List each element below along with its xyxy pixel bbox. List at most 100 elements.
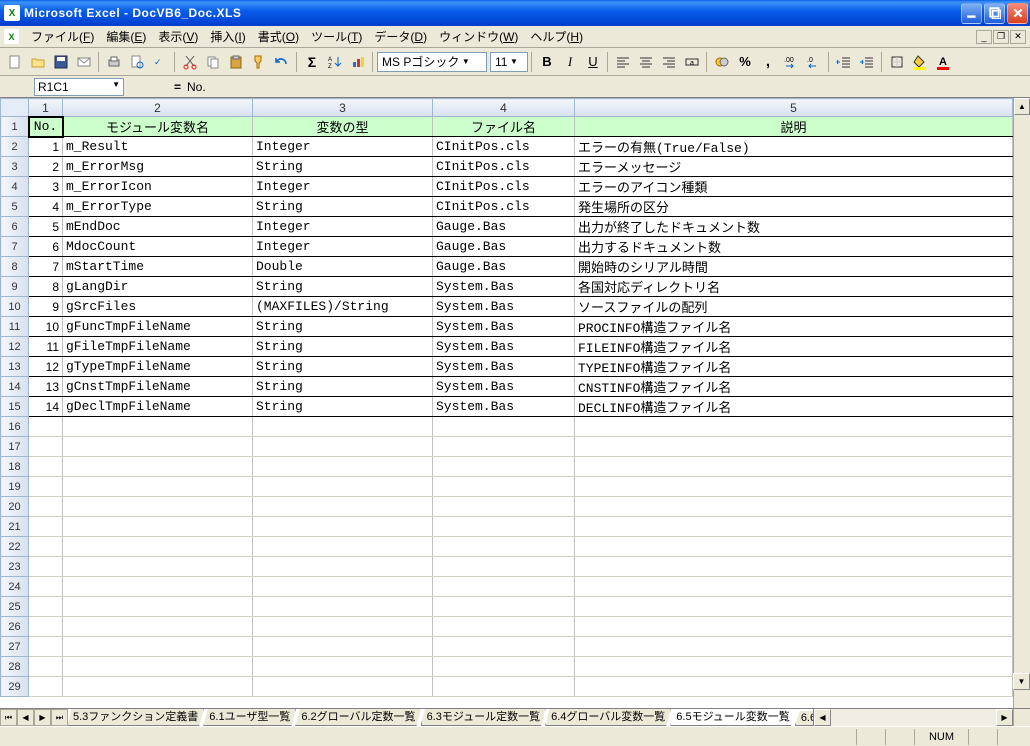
cell-no[interactable]: 12: [29, 357, 63, 377]
cell-no[interactable]: 5: [29, 217, 63, 237]
cell-file[interactable]: CInitPos.cls: [433, 137, 575, 157]
print-icon[interactable]: [103, 51, 125, 73]
cell-modvar[interactable]: gFileTmpFileName: [63, 337, 253, 357]
cell-desc[interactable]: CNSTINFO構造ファイル名: [575, 377, 1013, 397]
menu-item[interactable]: 表示(V): [152, 28, 204, 46]
row-header[interactable]: 28: [1, 657, 29, 677]
table-row[interactable]: 21: [1, 517, 1013, 537]
cell-type[interactable]: (MAXFILES)/String: [253, 297, 433, 317]
row-header[interactable]: 2: [1, 137, 29, 157]
table-row[interactable]: 17: [1, 437, 1013, 457]
row-header[interactable]: 25: [1, 597, 29, 617]
table-row[interactable]: 109gSrcFiles(MAXFILES)/StringSystem.Basソ…: [1, 297, 1013, 317]
cell-no[interactable]: 10: [29, 317, 63, 337]
cell-no[interactable]: 8: [29, 277, 63, 297]
row-header[interactable]: 8: [1, 257, 29, 277]
row-header[interactable]: 16: [1, 417, 29, 437]
cell-type[interactable]: String: [253, 157, 433, 177]
increase-decimal-icon[interactable]: .00: [780, 51, 802, 73]
italic-icon[interactable]: I: [559, 51, 581, 73]
row-header[interactable]: 29: [1, 677, 29, 697]
cell-desc[interactable]: 開始時のシリアル時間: [575, 257, 1013, 277]
cell-file[interactable]: System.Bas: [433, 377, 575, 397]
cell-file[interactable]: CInitPos.cls: [433, 157, 575, 177]
menu-item[interactable]: ヘルプ(H): [524, 28, 589, 46]
row-header[interactable]: 6: [1, 217, 29, 237]
copy-icon[interactable]: [202, 51, 224, 73]
table-row[interactable]: 1514gDeclTmpFileNameStringSystem.BasDECL…: [1, 397, 1013, 417]
sheet-tab[interactable]: 6.5モジュール変数一覧: [670, 709, 796, 726]
chart-icon[interactable]: [347, 51, 369, 73]
row-header[interactable]: 18: [1, 457, 29, 477]
align-left-icon[interactable]: [612, 51, 634, 73]
table-row[interactable]: 21m_ResultIntegerCInitPos.clsエラーの有無(True…: [1, 137, 1013, 157]
row-header[interactable]: 10: [1, 297, 29, 317]
row-header[interactable]: 23: [1, 557, 29, 577]
comma-icon[interactable]: ,: [757, 51, 779, 73]
sheet-tab[interactable]: 6.6V: [795, 711, 813, 726]
cell-file[interactable]: System.Bas: [433, 277, 575, 297]
mdi-minimize-button[interactable]: _: [976, 30, 992, 44]
font-name-combo[interactable]: MS Pゴシック▼: [377, 52, 487, 72]
paste-icon[interactable]: [225, 51, 247, 73]
merge-center-icon[interactable]: a: [681, 51, 703, 73]
undo-icon[interactable]: [271, 51, 293, 73]
sheet-tab[interactable]: 6.4グローバル変数一覧: [545, 709, 671, 726]
table-row[interactable]: 1312gTypeTmpFileNameStringSystem.BasTYPE…: [1, 357, 1013, 377]
cell-no[interactable]: 11: [29, 337, 63, 357]
cell-type[interactable]: Integer: [253, 217, 433, 237]
row-header[interactable]: 4: [1, 177, 29, 197]
row-header[interactable]: 11: [1, 317, 29, 337]
table-row[interactable]: 28: [1, 657, 1013, 677]
table-row[interactable]: 27: [1, 637, 1013, 657]
new-icon[interactable]: [4, 51, 26, 73]
table-row[interactable]: 87mStartTimeDoubleGauge.Bas開始時のシリアル時間: [1, 257, 1013, 277]
header-modvar[interactable]: モジュール変数名: [63, 117, 253, 137]
cell-file[interactable]: System.Bas: [433, 397, 575, 417]
cell-file[interactable]: System.Bas: [433, 357, 575, 377]
cell-modvar[interactable]: m_ErrorIcon: [63, 177, 253, 197]
table-row[interactable]: 25: [1, 597, 1013, 617]
header-no[interactable]: No.: [29, 117, 63, 137]
menu-item[interactable]: ファイル(F): [25, 28, 100, 46]
table-row[interactable]: 65mEndDocIntegerGauge.Bas出力が終了したドキュメント数: [1, 217, 1013, 237]
cell-modvar[interactable]: gTypeTmpFileName: [63, 357, 253, 377]
row-header[interactable]: 20: [1, 497, 29, 517]
cell-no[interactable]: 7: [29, 257, 63, 277]
mdi-close-button[interactable]: ✕: [1010, 30, 1026, 44]
cell-modvar[interactable]: m_ErrorMsg: [63, 157, 253, 177]
cell-file[interactable]: System.Bas: [433, 297, 575, 317]
bold-icon[interactable]: B: [536, 51, 558, 73]
cell-type[interactable]: String: [253, 317, 433, 337]
row-header[interactable]: 13: [1, 357, 29, 377]
row-header[interactable]: 7: [1, 237, 29, 257]
header-type[interactable]: 変数の型: [253, 117, 433, 137]
align-right-icon[interactable]: [658, 51, 680, 73]
cell-modvar[interactable]: gFuncTmpFileName: [63, 317, 253, 337]
cell-desc[interactable]: FILEINFO構造ファイル名: [575, 337, 1013, 357]
table-row[interactable]: 1413gCnstTmpFileNameStringSystem.BasCNST…: [1, 377, 1013, 397]
table-row[interactable]: 1211gFileTmpFileNameStringSystem.BasFILE…: [1, 337, 1013, 357]
menu-item[interactable]: 書式(O): [252, 28, 305, 46]
align-center-icon[interactable]: [635, 51, 657, 73]
table-row[interactable]: 29: [1, 677, 1013, 697]
cell-type[interactable]: String: [253, 277, 433, 297]
cell-desc[interactable]: TYPEINFO構造ファイル名: [575, 357, 1013, 377]
scroll-left-button[interactable]: ◀: [814, 709, 831, 726]
mail-icon[interactable]: [73, 51, 95, 73]
table-row[interactable]: 20: [1, 497, 1013, 517]
row-header[interactable]: 27: [1, 637, 29, 657]
horizontal-scrollbar[interactable]: ◀ ▶: [813, 709, 1013, 726]
cell-type[interactable]: Integer: [253, 177, 433, 197]
table-header-row[interactable]: 1 No. モジュール変数名 変数の型 ファイル名 説明: [1, 117, 1013, 137]
menu-item[interactable]: ウィンドウ(W): [433, 28, 524, 46]
menu-item[interactable]: ツール(T): [305, 28, 368, 46]
row-header[interactable]: 9: [1, 277, 29, 297]
open-icon[interactable]: [27, 51, 49, 73]
maximize-button[interactable]: [984, 3, 1005, 24]
font-size-combo[interactable]: 11▼: [490, 52, 528, 72]
cell-type[interactable]: String: [253, 337, 433, 357]
cell-file[interactable]: CInitPos.cls: [433, 197, 575, 217]
formula-value[interactable]: No.: [187, 80, 206, 94]
row-header[interactable]: 5: [1, 197, 29, 217]
